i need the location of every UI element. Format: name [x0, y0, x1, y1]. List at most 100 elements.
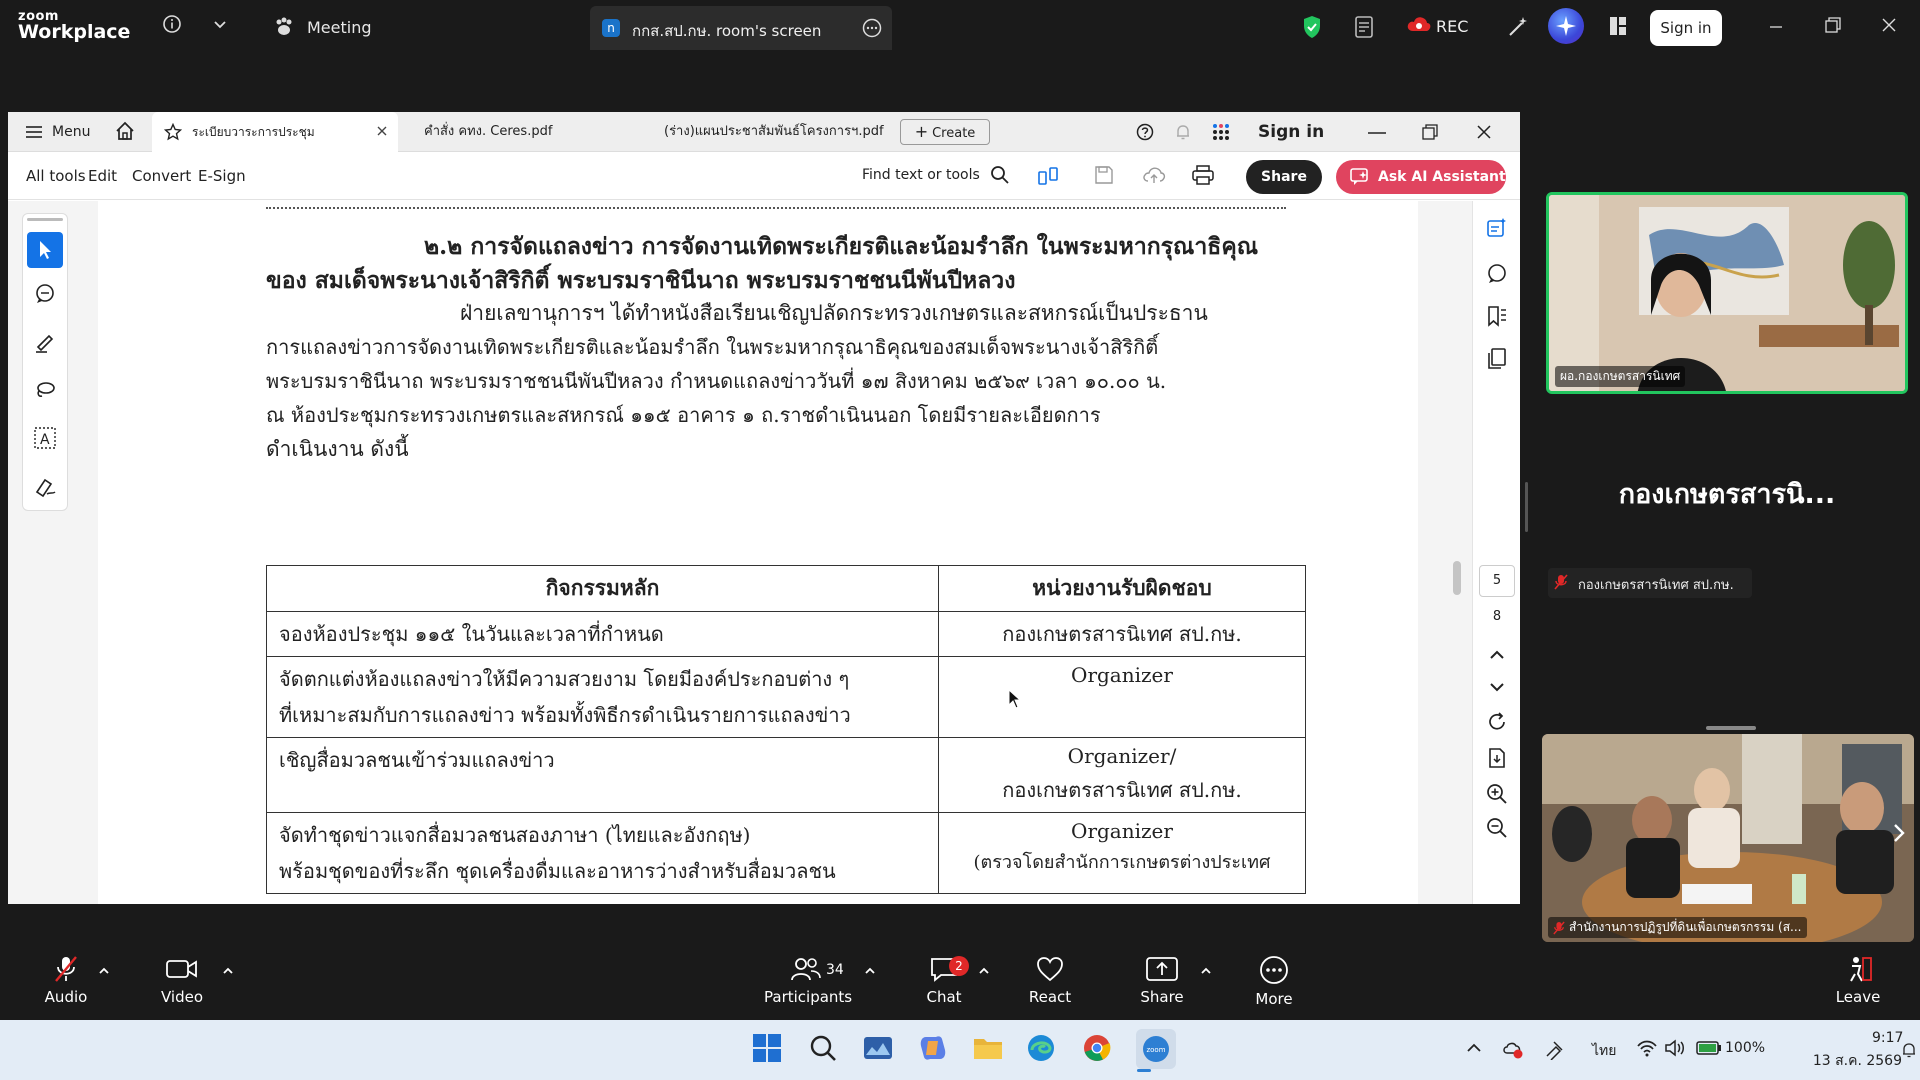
zoom-in-icon[interactable] — [1486, 783, 1508, 805]
cloud-record-icon[interactable] — [1406, 14, 1432, 34]
zoom-workplace-logo: zoom Workplace — [18, 10, 130, 42]
apps-grid-icon[interactable] — [1212, 123, 1230, 141]
meeting-info-icon[interactable] — [162, 14, 182, 34]
convert-menu[interactable]: Convert — [132, 167, 191, 185]
share-screen-button[interactable]: Share — [1122, 954, 1202, 1006]
notes-icon[interactable] — [1354, 15, 1374, 39]
acrobat-share-button[interactable]: Share — [1246, 160, 1322, 194]
windows-start-icon[interactable] — [752, 1033, 782, 1063]
clock-time[interactable]: 9:17 — [1872, 1030, 1903, 1046]
notification-bell-icon[interactable] — [1902, 1042, 1916, 1058]
comments-panel-icon[interactable] — [1486, 263, 1508, 285]
save-icon[interactable] — [1094, 165, 1114, 185]
ask-ai-assistant-button[interactable]: Ask AI Assistant — [1336, 160, 1506, 194]
tray-chevron-up-icon[interactable] — [1466, 1042, 1482, 1054]
copilot-icon[interactable] — [918, 1033, 948, 1063]
zoom-out-icon[interactable] — [1486, 817, 1508, 839]
next-participants-arrow-icon[interactable] — [1892, 822, 1906, 844]
shared-screen-tab[interactable]: n กกส.สป.กษ. room's screen — [590, 6, 892, 50]
star-icon[interactable] — [164, 123, 182, 141]
input-language-indicator[interactable]: ไทย — [1592, 1040, 1616, 1062]
chat-caret-icon[interactable] — [978, 966, 990, 976]
search-icon[interactable] — [990, 165, 1010, 185]
bookmarks-icon[interactable] — [1486, 305, 1508, 327]
leave-button[interactable]: Leave — [1818, 954, 1898, 1006]
participants-caret-icon[interactable] — [864, 966, 876, 976]
compare-tools-icon[interactable] — [1036, 164, 1060, 188]
cloud-upload-icon[interactable] — [1142, 165, 1166, 185]
rotate-icon[interactable] — [1486, 711, 1508, 733]
esign-menu[interactable]: E-Sign — [198, 167, 246, 185]
volume-icon[interactable] — [1664, 1038, 1686, 1058]
video-button[interactable]: Video — [142, 954, 222, 1006]
meeting-label[interactable]: Meeting — [307, 18, 372, 37]
share-caret-icon[interactable] — [1200, 966, 1212, 976]
text-select-icon[interactable]: A — [33, 426, 57, 450]
toolbar-grip[interactable] — [27, 218, 63, 221]
room-name-text: สำนักงานการปฏิรูปที่ดินเพื่อเกษตรกรรม (ส… — [1569, 920, 1802, 934]
tab-pr-plan[interactable]: (ร่าง)แผนประชาสัมพันธ์โครงการฯ.pdf — [648, 112, 888, 152]
window-close-icon[interactable] — [1880, 16, 1898, 34]
select-cursor-tool[interactable] — [27, 232, 63, 268]
chat-button[interactable]: Chat — [904, 954, 984, 1006]
zoom-sign-in-button[interactable]: Sign in — [1650, 10, 1722, 46]
video-options-caret-icon[interactable] — [222, 966, 234, 976]
draw-lasso-icon[interactable] — [33, 378, 57, 402]
battery-icon[interactable] — [1696, 1040, 1722, 1056]
print-icon[interactable] — [1192, 165, 1214, 185]
magic-wand-icon[interactable] — [1506, 15, 1530, 39]
chrome-browser-icon[interactable] — [1082, 1033, 1112, 1063]
comment-tool-icon[interactable] — [33, 282, 57, 306]
tab-agenda[interactable]: ระเบียบวาระการประชุม — [152, 112, 398, 152]
ai-companion-icon[interactable] — [1548, 8, 1584, 44]
home-icon[interactable] — [114, 120, 136, 142]
audio-options-caret-icon[interactable] — [98, 966, 110, 976]
ai-summary-icon[interactable] — [1486, 217, 1508, 239]
security-shield-icon[interactable] — [1302, 15, 1322, 39]
wifi-icon[interactable] — [1636, 1038, 1658, 1058]
react-button[interactable]: React — [1010, 954, 1090, 1006]
file-explorer-icon[interactable] — [972, 1033, 1004, 1063]
record-label[interactable]: REC — [1436, 17, 1468, 36]
edit-menu[interactable]: Edit — [88, 167, 117, 185]
meeting-paw-icon[interactable] — [273, 16, 295, 38]
create-button[interactable]: + Create — [900, 119, 990, 145]
edge-browser-icon[interactable] — [1026, 1033, 1056, 1063]
acrobat-restore-icon[interactable] — [1422, 124, 1438, 140]
window-restore-icon[interactable] — [1824, 16, 1842, 34]
acrobat-menu-button[interactable]: Menu — [26, 112, 90, 152]
highlight-pen-icon[interactable] — [33, 330, 57, 354]
chevron-down-icon[interactable] — [212, 16, 228, 32]
acrobat-minimize-icon[interactable] — [1368, 131, 1386, 135]
panel-resize-handle[interactable] — [1525, 482, 1528, 532]
view-layout-icon[interactable] — [1608, 15, 1628, 37]
previous-page-icon[interactable] — [1486, 647, 1508, 663]
next-page-icon[interactable] — [1486, 679, 1508, 695]
window-minimize-icon[interactable] — [1768, 18, 1784, 34]
notifications-bell-icon[interactable] — [1174, 123, 1192, 141]
page-thumbnails-icon[interactable] — [1486, 347, 1508, 369]
clock-date[interactable]: 13 ส.ค. 2569 — [1786, 1050, 1902, 1072]
acrobat-close-icon[interactable] — [1476, 124, 1492, 140]
widgets-weather-icon[interactable] — [862, 1033, 894, 1063]
all-tools-menu[interactable]: All tools — [26, 167, 86, 185]
vertical-scrollbar-thumb[interactable] — [1453, 561, 1461, 595]
help-icon[interactable] — [1136, 123, 1154, 141]
tray-pen-icon[interactable] — [1544, 1038, 1566, 1060]
sign-pen-icon[interactable] — [33, 474, 57, 498]
tab-ceres-order[interactable]: คำสั่ง คทง. Ceres.pdf — [408, 112, 638, 152]
video-strip-grip[interactable] — [1706, 726, 1756, 730]
find-text-label[interactable]: Find text or tools — [862, 167, 980, 183]
taskbar-search-icon[interactable] — [808, 1033, 838, 1063]
acrobat-sign-in[interactable]: Sign in — [1258, 122, 1324, 142]
participant-video-speaker[interactable]: ผอ.กองเกษตรสารนิเทศ — [1546, 192, 1908, 394]
audio-button[interactable]: Audio — [26, 954, 106, 1006]
extract-page-icon[interactable] — [1486, 747, 1508, 769]
participant-video-room[interactable]: สำนักงานการปฏิรูปที่ดินเพื่อเกษตรกรรม (ส… — [1542, 734, 1914, 942]
more-button[interactable]: More — [1234, 954, 1314, 1008]
current-page-field[interactable]: 5 — [1479, 565, 1515, 597]
more-options-icon[interactable] — [862, 18, 882, 38]
tray-app-icon[interactable] — [1502, 1038, 1524, 1060]
close-tab-icon[interactable] — [376, 125, 388, 137]
zoom-taskbar-button[interactable]: zoom — [1136, 1029, 1176, 1069]
